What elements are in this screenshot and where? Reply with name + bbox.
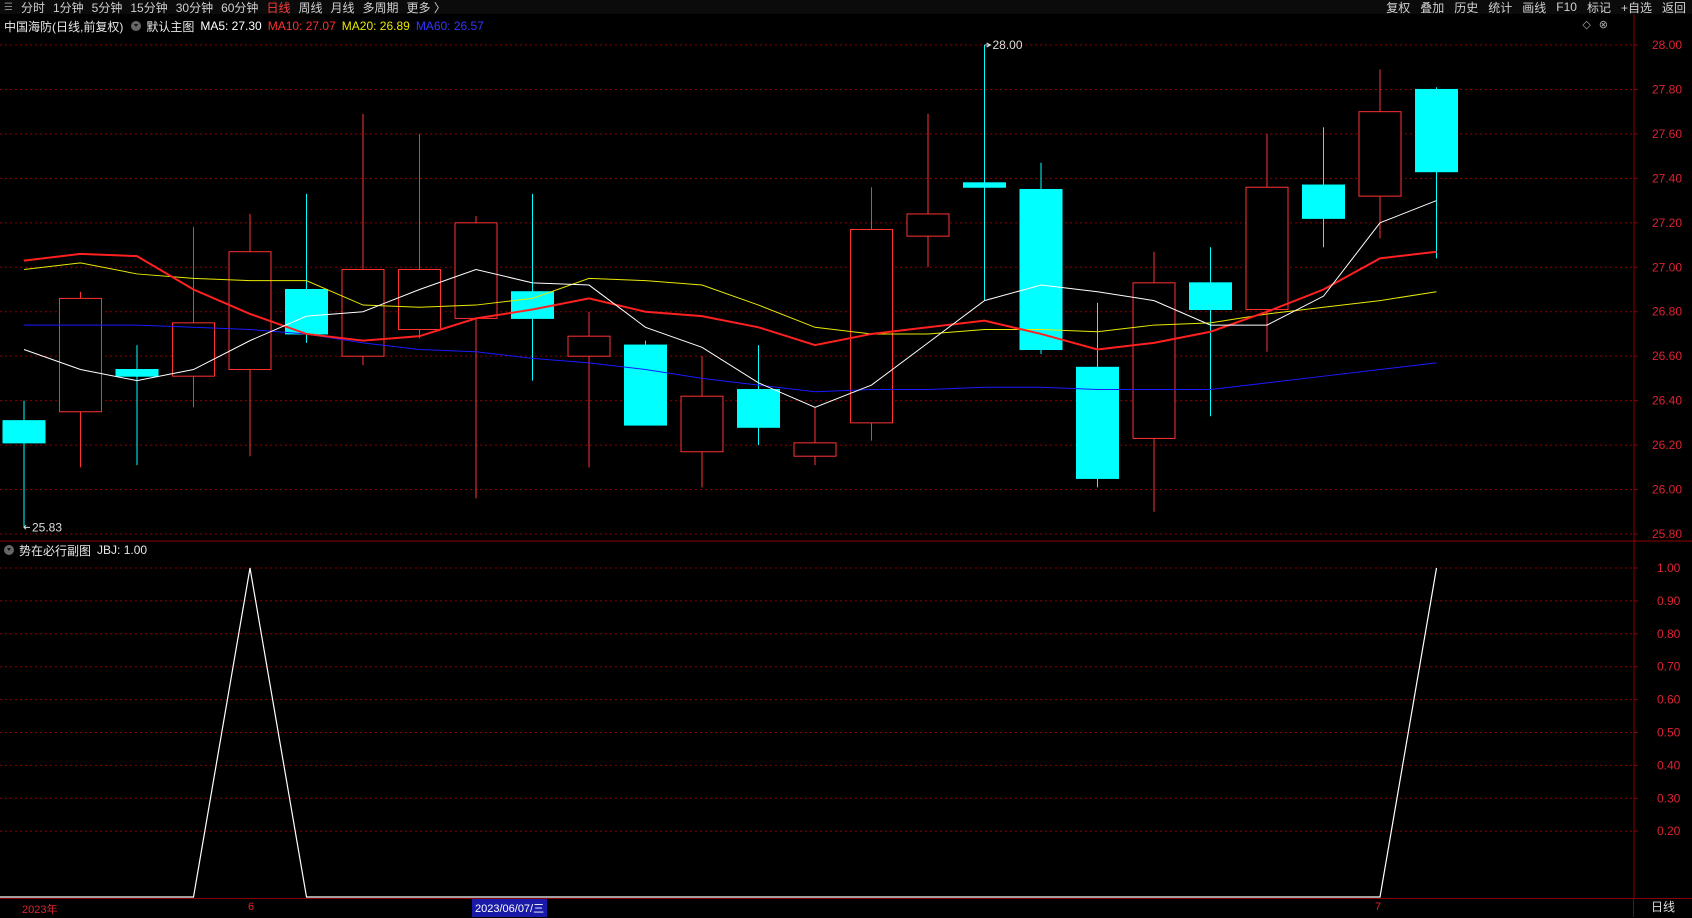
price-tick-label: 27.80 xyxy=(1652,82,1682,96)
sub-tick-label: 0.70 xyxy=(1657,660,1681,674)
price-tick-label: 26.00 xyxy=(1652,483,1682,497)
candle-body xyxy=(680,395,724,453)
candle-body xyxy=(1245,186,1289,311)
candle-body xyxy=(737,389,780,428)
candle-body xyxy=(454,222,498,319)
sub-tick-label: 0.40 xyxy=(1657,758,1681,772)
candle-body xyxy=(850,228,893,424)
price-tick-label: 28.00 xyxy=(1652,38,1682,52)
month-6-label: 6 xyxy=(248,901,255,913)
candle-body xyxy=(2,420,46,444)
candle-body xyxy=(1132,282,1176,439)
candle-body xyxy=(1415,88,1458,173)
price-tick-label: 26.40 xyxy=(1652,394,1682,408)
sub-tick-label: 0.50 xyxy=(1657,726,1681,740)
candle-body xyxy=(398,268,441,331)
sub-tick-label: 0.30 xyxy=(1657,791,1681,805)
price-tick-label: 27.40 xyxy=(1652,171,1682,185)
candle-body xyxy=(285,289,328,335)
price-tick-label: 27.20 xyxy=(1652,216,1682,230)
candle-body xyxy=(906,213,950,237)
high-arrow xyxy=(984,42,992,48)
sub-tick-label: 1.00 xyxy=(1657,561,1681,575)
month-7-label: 7 xyxy=(1375,901,1382,913)
candle-body xyxy=(1189,282,1232,311)
candle-body xyxy=(1302,184,1345,219)
price-tick-label: 26.20 xyxy=(1652,438,1682,452)
price-tick-label: 25.80 xyxy=(1652,527,1682,541)
sub-tick-label: 0.90 xyxy=(1657,594,1681,608)
candle-body xyxy=(567,335,611,357)
cursor-date: 2023/06/07/三 xyxy=(472,899,548,917)
low-label: 25.83 xyxy=(32,520,62,534)
candle-body xyxy=(115,369,159,377)
price-tick-label: 27.00 xyxy=(1652,260,1682,274)
candle-body xyxy=(59,297,102,413)
candle-body xyxy=(511,291,554,319)
period-label[interactable]: 日线 xyxy=(1633,898,1692,917)
sub-tick-label: 0.20 xyxy=(1657,824,1681,838)
candle-body xyxy=(1019,188,1063,351)
kline-chart[interactable]: 28.00 27.80 27.60 27.40 27.20 27.00 26.80 26.60… xyxy=(0,0,1692,917)
candle-body xyxy=(172,322,215,377)
price-tick-label: 26.80 xyxy=(1652,305,1682,319)
candle-body xyxy=(228,251,272,371)
sub-tick-label: 0.60 xyxy=(1657,693,1681,707)
price-tick-label: 26.60 xyxy=(1652,349,1682,363)
candle-body xyxy=(963,182,1006,188)
candle-body xyxy=(624,344,667,426)
candle-body xyxy=(1358,111,1402,197)
sub-tick-label: 0.80 xyxy=(1657,627,1681,641)
high-label: 28.00 xyxy=(993,38,1023,52)
year-label: 2023年 xyxy=(22,904,58,916)
candle-body xyxy=(793,442,837,457)
low-arrow xyxy=(23,524,30,530)
price-tick-label: 27.60 xyxy=(1652,127,1682,141)
candle-body xyxy=(1076,366,1119,479)
